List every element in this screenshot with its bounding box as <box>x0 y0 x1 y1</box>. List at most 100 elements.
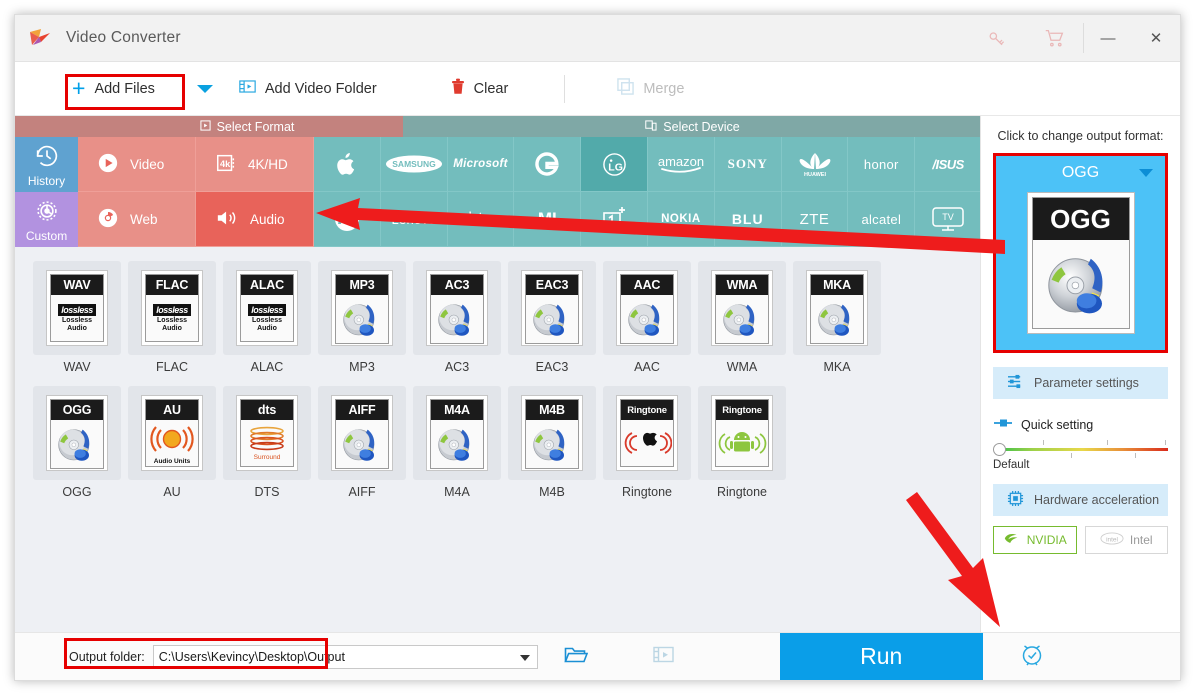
video-folder-icon <box>239 79 256 98</box>
device-tile-alcatel[interactable]: alcatel <box>848 192 916 247</box>
format-tile-au[interactable]: AU Audio Units AU <box>128 386 223 499</box>
nvidia-label: NVIDIA <box>1026 533 1067 547</box>
device-tile-honor[interactable]: honor <box>848 137 916 192</box>
output-folder-input[interactable]: C:\Users\Kevincy\Desktop\Output <box>152 644 538 669</box>
format-artwork: lossless Lossless Audio <box>241 295 293 341</box>
device-tile-apple[interactable] <box>314 137 381 192</box>
sidebar-item-history[interactable]: History <box>15 137 79 192</box>
device-tile-sony[interactable]: SONY <box>714 137 782 192</box>
format-tile-aac[interactable]: AAC AAC <box>603 261 698 374</box>
device-tile-lenovo[interactable]: Lenovo <box>380 192 448 247</box>
title-bar: Video Converter — ✕ <box>15 15 1180 62</box>
format-tile-m4b[interactable]: M4B M4B <box>508 386 603 499</box>
format-tile-dts[interactable]: dts Surround DTS <box>223 386 318 499</box>
sidebar-item-custom[interactable]: Custom <box>15 192 79 247</box>
format-tile-label: WAV <box>63 360 91 374</box>
file-card: AU Audio Units <box>141 395 203 471</box>
key-icon[interactable] <box>967 15 1025 62</box>
zte-logo-icon: ZTE <box>799 210 830 228</box>
category-headers: Select Format Select Device <box>15 116 982 137</box>
format-category-4khd[interactable]: 4k 4K/HD <box>196 137 315 192</box>
format-tile-mka[interactable]: MKA MKA <box>793 261 888 374</box>
add-files-dropdown-caret-down-icon[interactable] <box>196 84 213 93</box>
device-tile-huawei[interactable]: HUAWEI <box>781 137 849 192</box>
device-tile-tv[interactable]: TV <box>915 192 982 247</box>
format-category-video[interactable]: Video <box>78 137 197 192</box>
slider-track[interactable] <box>1003 448 1168 451</box>
parameter-settings-button[interactable]: Parameter settings <box>993 367 1168 399</box>
device-tile-microsoft[interactable]: Microsoft <box>447 137 515 192</box>
lenovo-logo-icon: Lenovo <box>391 211 436 227</box>
format-artwork <box>526 420 578 468</box>
nvidia-chip[interactable]: NVIDIA <box>993 526 1077 554</box>
hardware-acceleration-button[interactable]: Hardware acceleration <box>993 484 1168 516</box>
format-tile-alac[interactable]: ALAC lossless Lossless Audio ALAC <box>223 261 318 374</box>
run-button[interactable]: Run <box>779 632 983 680</box>
device-tile-motorola[interactable] <box>314 192 381 247</box>
slider-tick <box>1043 440 1044 445</box>
main-toolbar: + Add Files Add Video Folder Clear Merge <box>15 62 1180 116</box>
cd-note-icon <box>343 429 375 461</box>
quick-slider-icon <box>993 417 1013 432</box>
device-tile-oneplus[interactable] <box>581 192 649 247</box>
format-tile-label: AIFF <box>348 485 376 499</box>
motorola-logo-icon <box>334 207 359 231</box>
cd-note-icon <box>723 304 755 336</box>
clear-button[interactable]: Clear <box>439 71 521 107</box>
format-artwork <box>431 295 483 343</box>
format-category-web-label: Web <box>130 211 158 227</box>
format-tile-ac3[interactable]: AC3 AC3 <box>413 261 508 374</box>
caret-down-icon[interactable] <box>1139 169 1153 177</box>
format-tile-label: AC3 <box>444 360 470 374</box>
select-device-label: Select Device <box>663 119 740 134</box>
device-tile-amazon[interactable]: amazon <box>648 137 715 192</box>
apple-ringtone-icon <box>624 432 672 454</box>
format-category-audio[interactable]: Audio <box>196 192 315 247</box>
format-thumbnail: MP3 <box>318 261 406 355</box>
alarm-clock-icon[interactable] <box>1019 641 1045 672</box>
open-folder-icon[interactable] <box>564 645 588 669</box>
add-files-button[interactable]: + Add Files <box>60 71 167 107</box>
device-row-2: Lenovo htc MI NOKIA BLU ZTE alcatel TV <box>314 192 982 247</box>
device-tile-xiaomi[interactable]: MI <box>514 192 582 247</box>
device-tile-asus[interactable]: /ISUS <box>915 137 982 192</box>
format-tile-ogg[interactable]: OGG OGG <box>33 386 128 499</box>
device-tile-nokia[interactable]: NOKIA <box>648 192 715 247</box>
format-tile-ringtone-15[interactable]: Ringtone Ringtone <box>603 386 698 499</box>
format-grid-area: WAV lossless Lossless Audio WAV FLAC loss… <box>15 247 982 634</box>
format-tile-aiff[interactable]: AIFF AIFF <box>318 386 413 499</box>
format-tile-eac3[interactable]: EAC3 EAC3 <box>508 261 603 374</box>
device-tile-zte[interactable]: ZTE <box>781 192 849 247</box>
format-tile-m4a[interactable]: M4A M4A <box>413 386 508 499</box>
device-tile-google[interactable] <box>514 137 582 192</box>
add-video-folder-button[interactable]: Add Video Folder <box>227 71 389 107</box>
format-tile-wav[interactable]: WAV lossless Lossless Audio WAV <box>33 261 128 374</box>
format-tile-flac[interactable]: FLAC lossless Lossless Audio FLAC <box>128 261 223 374</box>
intel-chip[interactable]: intel Intel <box>1084 526 1168 554</box>
cart-icon[interactable] <box>1025 15 1083 62</box>
close-button[interactable]: ✕ <box>1132 15 1180 62</box>
device-tile-lg[interactable]: LG <box>581 137 649 192</box>
format-badge: AC3 <box>431 275 483 295</box>
merge-button[interactable]: Merge <box>605 71 696 107</box>
nokia-logo-icon: NOKIA <box>661 213 701 225</box>
format-tile-ringtone-16[interactable]: Ringtone Ringtone <box>698 386 793 499</box>
output-format-selector[interactable]: OGG OGG <box>993 153 1168 353</box>
format-artwork <box>716 420 768 466</box>
slider-handle[interactable] <box>993 443 1006 456</box>
format-tile-mp3[interactable]: MP3 MP3 <box>318 261 413 374</box>
media-folder-icon[interactable] <box>653 645 675 669</box>
device-tile-htc[interactable]: htc <box>447 192 515 247</box>
format-artwork <box>621 420 673 466</box>
file-card: AC3 <box>426 270 488 346</box>
format-category-web[interactable]: Web <box>78 192 197 247</box>
format-tile-wma[interactable]: WMA WMA <box>698 261 793 374</box>
device-tile-blu[interactable]: BLU <box>714 192 782 247</box>
chevron-down-icon[interactable] <box>519 654 530 661</box>
device-tile-samsung[interactable]: SAMSUNG <box>380 137 448 192</box>
format-thumbnail: WMA <box>698 261 786 355</box>
minimize-button[interactable]: — <box>1084 15 1132 62</box>
quality-slider[interactable]: Default <box>993 440 1168 471</box>
output-format-hint: Click to change output format: <box>997 129 1164 143</box>
quick-setting-toggle[interactable]: Quick setting <box>993 417 1180 432</box>
